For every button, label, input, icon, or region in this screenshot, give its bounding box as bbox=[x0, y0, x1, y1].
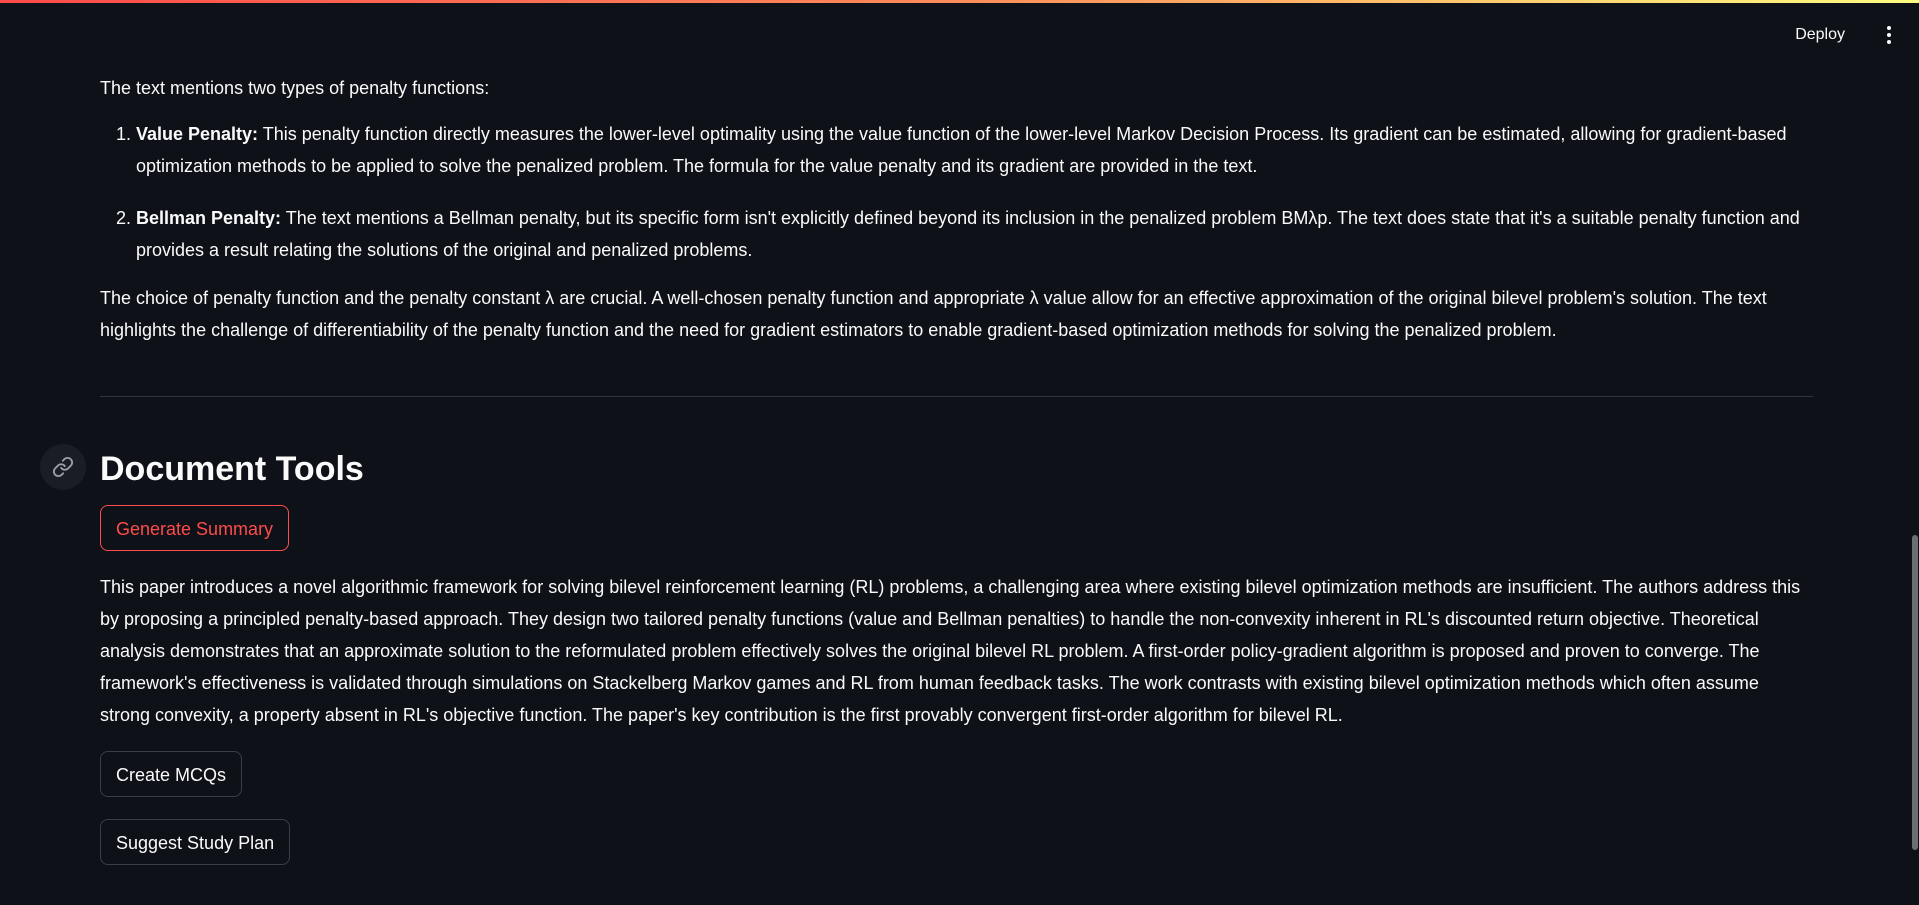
penalty-title: Value Penalty: bbox=[136, 124, 259, 144]
main-content: The text mentions two types of penalty f… bbox=[40, 72, 1813, 865]
link-icon[interactable] bbox=[40, 444, 86, 490]
penalty-choice-paragraph: The choice of penalty function and the p… bbox=[100, 288, 1767, 340]
study-plan-button-container: Suggest Study Plan bbox=[100, 819, 1813, 865]
menu-dot bbox=[1887, 40, 1891, 44]
create-mcqs-button[interactable]: Create MCQs bbox=[100, 751, 243, 797]
suggest-study-plan-button[interactable]: Suggest Study Plan bbox=[100, 819, 291, 865]
penalty-list: Value Penalty: This penalty function dir… bbox=[100, 118, 1813, 266]
scrollbar[interactable] bbox=[1911, 0, 1919, 905]
penalty-title: Bellman Penalty: bbox=[136, 208, 282, 228]
list-item: Value Penalty: This penalty function dir… bbox=[136, 118, 1813, 182]
penalty-description: The text mentions a Bellman penalty, but… bbox=[136, 208, 1800, 260]
page-title: Document Tools bbox=[100, 450, 364, 488]
section-divider bbox=[100, 396, 1813, 397]
mcq-button-container: Create MCQs bbox=[100, 751, 1813, 797]
menu-dot bbox=[1887, 33, 1891, 37]
penalty-description: This penalty function directly measures … bbox=[136, 124, 1787, 176]
kebab-menu-icon[interactable] bbox=[1875, 21, 1903, 49]
generate-summary-button[interactable]: Generate Summary bbox=[100, 505, 290, 551]
list-item: Bellman Penalty: The text mentions a Bel… bbox=[136, 202, 1813, 266]
summary-button-container: Generate Summary bbox=[100, 505, 1813, 551]
scrollbar-thumb[interactable] bbox=[1912, 535, 1918, 850]
summary-text: This paper introduces a novel algorithmi… bbox=[100, 577, 1801, 725]
deploy-button[interactable]: Deploy bbox=[1787, 19, 1853, 51]
penalty-intro-text: The text mentions two types of penalty f… bbox=[100, 78, 490, 98]
menu-dot bbox=[1887, 26, 1891, 30]
app-header: Deploy bbox=[0, 3, 1919, 59]
document-tools-header: Document Tools bbox=[40, 444, 1813, 491]
